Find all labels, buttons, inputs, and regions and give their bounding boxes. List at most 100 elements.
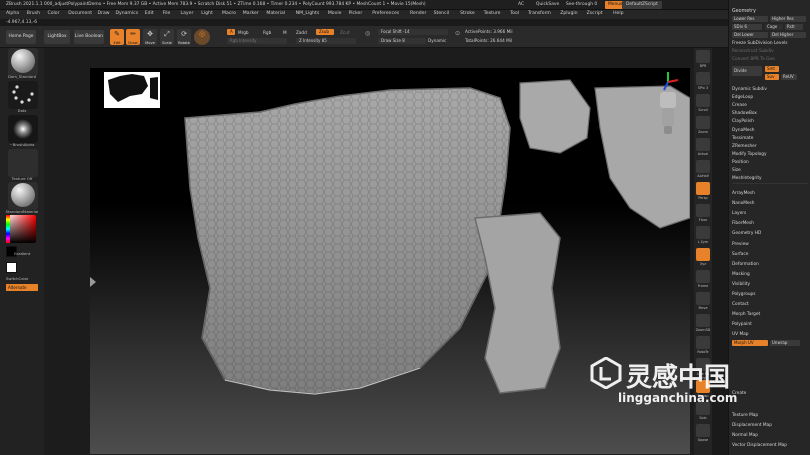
subpalette-nanomesh[interactable]: NanoMesh — [732, 200, 755, 207]
tray-item-edgeloop[interactable]: EdgeLoop — [732, 94, 753, 101]
menu-dynamics[interactable]: Dynamics — [115, 11, 138, 16]
shelf-aahalf-button[interactable] — [696, 160, 710, 173]
edit-mode-button[interactable]: ✎ Edit — [110, 29, 124, 45]
shelf-scroll-button[interactable] — [696, 94, 710, 107]
mrgb-button[interactable]: Mrgb — [238, 30, 249, 35]
menu-color[interactable]: Color — [48, 11, 60, 16]
higher-res-button[interactable]: Higher Res — [770, 16, 806, 22]
menu-alpha[interactable]: Alpha — [6, 11, 19, 16]
shelf-l-sym-button[interactable] — [696, 226, 710, 239]
subpalette-morph-target[interactable]: Morph Target — [732, 311, 760, 318]
home-page-button[interactable]: Home Page — [6, 30, 36, 44]
subpalette-surface[interactable]: Surface — [732, 251, 748, 258]
subpalette-visibility[interactable]: Visibility — [732, 281, 750, 288]
subpalette-polygroups[interactable]: Polygroups — [732, 291, 756, 298]
live-boolean-button[interactable]: Live Boolean — [74, 30, 104, 44]
see-through-slider[interactable]: See-through 0 — [566, 1, 597, 9]
menu-nm-lights[interactable]: NM_Lights — [296, 11, 320, 16]
tray-item-position[interactable]: Position — [732, 159, 749, 166]
shelf-move-button[interactable] — [696, 292, 710, 305]
subpalette-masking[interactable]: Masking — [732, 271, 750, 278]
ac-button[interactable]: AC — [518, 1, 524, 9]
tray-item-modify-topology[interactable]: Modify Topology — [732, 151, 767, 158]
menu-zplugin[interactable]: Zplugin — [560, 11, 577, 16]
menu-help[interactable]: Help — [613, 11, 623, 16]
menu-marker[interactable]: Marker — [243, 11, 259, 16]
menu-preferences[interactable]: Preferences — [372, 11, 399, 16]
subpalette-fibermesh[interactable]: FiberMesh — [732, 220, 754, 227]
shelf-persp-button[interactable] — [696, 182, 710, 195]
draw-mode-button[interactable]: ✏ Draw — [126, 29, 140, 45]
texture-thumbnail[interactable] — [8, 149, 38, 177]
menu-transform[interactable]: Transform — [528, 11, 551, 16]
tray-item-crease[interactable]: Crease — [732, 102, 747, 109]
tray-item-zremesher[interactable]: ZRemesher — [732, 143, 757, 150]
a-toggle[interactable]: A — [227, 29, 235, 35]
lightbox-button[interactable]: LightBox — [44, 30, 70, 44]
tray-item-tessimate[interactable]: Tessimate — [732, 135, 753, 142]
left-panel-arrow-icon[interactable] — [90, 277, 96, 287]
divide-button[interactable]: Divide — [732, 66, 762, 76]
menu-stencil[interactable]: Stencil — [434, 11, 450, 16]
suv-toggle[interactable]: Suv — [765, 74, 779, 80]
subpalette-arraymesh[interactable]: ArrayMesh — [732, 190, 755, 197]
tray-item-size[interactable]: Size — [732, 167, 741, 174]
morph-uv-button[interactable]: Morph UV — [732, 340, 768, 346]
menu-edit[interactable]: Edit — [145, 11, 154, 16]
menu-render[interactable]: Render — [410, 11, 426, 16]
tray-item-dynamesh[interactable]: DynaMesh — [732, 127, 755, 134]
shelf-zoom3d-button[interactable] — [696, 314, 710, 327]
shelf-xyz-button[interactable] — [696, 248, 710, 261]
reconstruct-subdiv-button[interactable]: Reconstruct Subdiv — [732, 48, 774, 55]
subpalette-polypaint[interactable]: Polypaint — [732, 321, 752, 328]
menu-document[interactable]: Document — [68, 11, 92, 16]
shelf-frame-button[interactable] — [696, 270, 710, 283]
subpalette-preview[interactable]: Preview — [732, 241, 749, 248]
draw-size-slider[interactable]: Draw Size 8 — [378, 38, 426, 44]
menu-texture[interactable]: Texture — [484, 11, 501, 16]
quicksave-button[interactable]: QuickSave — [536, 1, 559, 9]
shelf-spix-3-button[interactable] — [696, 72, 710, 85]
sdiv-slider[interactable]: SDiv 6 — [732, 24, 762, 30]
shelf-actual-button[interactable] — [696, 138, 710, 151]
navigation-gizmo[interactable] — [650, 68, 686, 138]
material-thumbnail[interactable] — [8, 182, 38, 210]
focal-shift-slider[interactable]: Focal Shift -14 — [378, 29, 448, 35]
tray-item-shadowbox[interactable]: ShadowBox — [732, 110, 757, 117]
zsub-button[interactable]: Zsub — [316, 29, 334, 35]
default-zscript-button[interactable]: DefaultZScript — [622, 1, 662, 9]
smt-toggle[interactable]: Smt — [765, 66, 779, 72]
subpalette-deformation[interactable]: Deformation — [732, 261, 759, 268]
brush-thumbnail[interactable] — [8, 48, 38, 76]
shelf-bpr-button[interactable] — [696, 50, 710, 63]
menu-file[interactable]: File — [163, 11, 171, 16]
menu-layer[interactable]: Layer — [181, 11, 194, 16]
zadd-button[interactable]: Zadd — [296, 30, 307, 35]
alternate-button[interactable]: Alternate — [6, 284, 38, 291]
zcut-button[interactable]: Zcut — [340, 30, 349, 35]
subpalette-layers[interactable]: Layers — [732, 210, 746, 217]
shelf-floor-button[interactable] — [696, 204, 710, 217]
menu-picker[interactable]: Picker — [349, 11, 363, 16]
subpalette-geometry-hd[interactable]: Geometry HD — [732, 230, 761, 237]
stroke-thumbnail[interactable] — [8, 81, 38, 109]
del-higher-button[interactable]: Del Higher — [770, 32, 806, 38]
m-button[interactable]: M — [283, 30, 287, 35]
tray-item-claypolish[interactable]: ClayPolish — [732, 118, 754, 125]
unwrap-button[interactable]: Unwrap — [770, 340, 800, 346]
menu-draw[interactable]: Draw — [98, 11, 110, 16]
hue-strip[interactable] — [6, 215, 10, 243]
menu-movie[interactable]: Movie — [328, 11, 342, 16]
z-intensity-slider[interactable]: Z Intensity 85 — [296, 38, 356, 44]
subpalette-contact[interactable]: Contact — [732, 301, 749, 308]
color-picker[interactable] — [6, 215, 36, 243]
shelf-rotate-button[interactable] — [696, 336, 710, 349]
dynamic-button[interactable]: Dynamic — [428, 38, 446, 43]
geometry-subpalette-title[interactable]: Geometry — [732, 8, 756, 15]
menu-brush[interactable]: Brush — [27, 11, 40, 16]
reuv-toggle[interactable]: ReUV — [781, 74, 797, 80]
menu-macro[interactable]: Macro — [222, 11, 236, 16]
rotate-mode-button[interactable]: ⟳ Rotate — [177, 29, 191, 45]
tray-item-dynamic-subdiv[interactable]: Dynamic Subdiv — [732, 86, 767, 93]
rgb-intensity-slider[interactable]: Rgb Intensity — [227, 38, 287, 44]
